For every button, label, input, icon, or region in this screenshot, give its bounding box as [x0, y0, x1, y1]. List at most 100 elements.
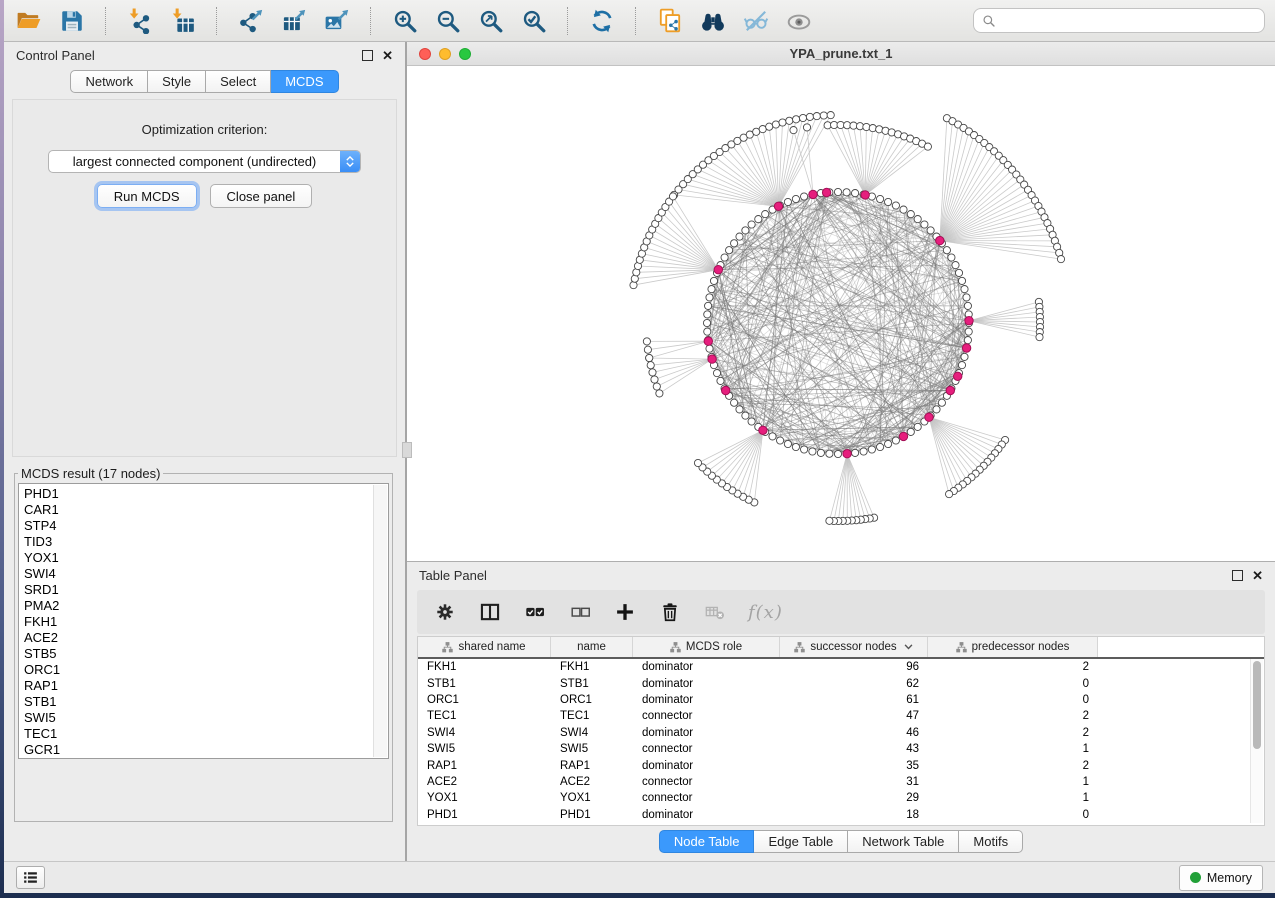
close-window-icon[interactable]: ✕	[382, 49, 393, 62]
split-panel-button[interactable]	[478, 600, 502, 624]
cell-successor-nodes: 46	[780, 727, 928, 739]
column-header-shared-name[interactable]: shared name	[418, 637, 551, 657]
search-box[interactable]	[973, 8, 1265, 33]
mcds-result-list[interactable]: PHD1CAR1STP4TID3YOX1SWI4SRD1PMA2FKH1ACE2…	[18, 483, 389, 759]
result-list-item[interactable]: TID3	[24, 534, 388, 550]
import-table-button[interactable]	[168, 6, 198, 36]
close-traffic-light[interactable]	[419, 48, 431, 60]
column-header-mcds-role[interactable]: MCDS role	[633, 637, 780, 657]
developer-log-button[interactable]	[16, 866, 45, 889]
table-row[interactable]: ACE2ACE2connector311	[418, 774, 1264, 790]
hide-labels-button[interactable]	[741, 6, 771, 36]
criterion-dropdown-value: largest connected component (undirected)	[49, 154, 340, 169]
tab-select[interactable]: Select	[206, 70, 271, 93]
column-settings-gear-button[interactable]	[433, 600, 457, 624]
result-list-item[interactable]: STB1	[24, 694, 388, 710]
import-network-button[interactable]	[125, 6, 155, 36]
table-row[interactable]: ORC1ORC1dominator610	[418, 692, 1264, 708]
column-header-name[interactable]: name	[551, 637, 633, 657]
network-canvas[interactable]	[407, 66, 1275, 561]
result-list-item[interactable]: SWI5	[24, 710, 388, 726]
result-list-item[interactable]: STB5	[24, 646, 388, 662]
table-close-window-icon[interactable]: ✕	[1252, 569, 1263, 582]
add-column-button[interactable]	[613, 600, 637, 624]
column-header-successor-nodes[interactable]: successor nodes	[780, 637, 928, 657]
toolbar-separator	[370, 7, 372, 35]
table-float-window-icon[interactable]	[1232, 570, 1243, 581]
delete-column-button[interactable]	[658, 600, 682, 624]
main-toolbar-icons	[14, 6, 814, 36]
tab-motifs[interactable]: Motifs	[959, 830, 1023, 853]
function-builder-button[interactable]: f(x)	[748, 602, 783, 623]
tab-node-table[interactable]: Node Table	[659, 830, 755, 853]
deselect-all-rows-button[interactable]	[568, 600, 592, 624]
minimize-traffic-light[interactable]	[439, 48, 451, 60]
refresh-layout-button[interactable]	[587, 6, 617, 36]
panel-resize-divider[interactable]	[405, 42, 407, 861]
select-all-rows-button[interactable]	[523, 600, 547, 624]
result-list-item[interactable]: SRD1	[24, 582, 388, 598]
column-tree-icon	[956, 642, 967, 653]
criterion-dropdown[interactable]: largest connected component (undirected)	[48, 150, 361, 173]
desktop-background: Control Panel ✕ NetworkStyleSelectMCDS O…	[0, 0, 1275, 898]
result-list-item[interactable]: RAP1	[24, 678, 388, 694]
cytoscape-window: Control Panel ✕ NetworkStyleSelectMCDS O…	[4, 0, 1275, 893]
cell-predecessor-nodes: 2	[928, 727, 1098, 739]
result-list-item[interactable]: PMA2	[24, 598, 388, 614]
zoom-in-icon	[392, 8, 418, 34]
column-header-predecessor-nodes[interactable]: predecessor nodes	[928, 637, 1098, 657]
result-list-item[interactable]: YOX1	[24, 550, 388, 566]
result-list-item[interactable]: PHD1	[24, 486, 388, 502]
zoom-out-button[interactable]	[433, 6, 463, 36]
network-graph[interactable]	[407, 66, 1275, 561]
close-panel-button[interactable]: Close panel	[210, 184, 313, 208]
result-list-scrollbar[interactable]	[373, 485, 387, 757]
export-table-button[interactable]	[279, 6, 309, 36]
table-row[interactable]: YOX1YOX1connector291	[418, 790, 1264, 806]
zoom-in-button[interactable]	[390, 6, 420, 36]
workspace: Control Panel ✕ NetworkStyleSelectMCDS O…	[4, 42, 1275, 861]
show-graphics-details-button[interactable]	[784, 6, 814, 36]
tab-network-table[interactable]: Network Table	[848, 830, 959, 853]
table-scrollbar[interactable]	[1250, 659, 1263, 823]
search-input[interactable]	[1001, 12, 1256, 29]
zoom-fit-button[interactable]	[476, 6, 506, 36]
result-list-item[interactable]: SWI4	[24, 566, 388, 582]
table-row[interactable]: SWI4SWI4dominator462	[418, 725, 1264, 741]
table-row[interactable]: STB1STB1dominator620	[418, 675, 1264, 691]
result-list-item[interactable]: CAR1	[24, 502, 388, 518]
result-list-item[interactable]: TEC1	[24, 726, 388, 742]
result-list-item[interactable]: FKH1	[24, 614, 388, 630]
save-session-button[interactable]	[57, 6, 87, 36]
divider-handle[interactable]	[402, 442, 412, 458]
table-row[interactable]: TEC1TEC1connector472	[418, 708, 1264, 724]
run-mcds-button[interactable]: Run MCDS	[97, 184, 197, 208]
clone-network-button[interactable]	[655, 6, 685, 36]
tab-style[interactable]: Style	[148, 70, 206, 93]
export-network-button[interactable]	[236, 6, 266, 36]
tab-network[interactable]: Network	[70, 70, 148, 93]
network-titlebar: YPA_prune.txt_1	[407, 42, 1275, 66]
maximize-traffic-light[interactable]	[459, 48, 471, 60]
delete-table-button[interactable]	[703, 600, 727, 624]
search-binoculars-icon	[700, 8, 726, 34]
memory-button[interactable]: Memory	[1179, 865, 1263, 891]
tab-mcds[interactable]: MCDS	[271, 70, 338, 93]
result-list-item[interactable]: STP4	[24, 518, 388, 534]
float-window-icon[interactable]	[362, 50, 373, 61]
result-list-item[interactable]: ACE2	[24, 630, 388, 646]
table-row[interactable]: SWI5SWI5connector431	[418, 741, 1264, 757]
open-file-button[interactable]	[14, 6, 44, 36]
zoom-selected-button[interactable]	[519, 6, 549, 36]
export-image-button[interactable]	[322, 6, 352, 36]
result-list-item[interactable]: GCR1	[24, 742, 388, 758]
tab-edge-table[interactable]: Edge Table	[754, 830, 848, 853]
cell-mcds-role: dominator	[633, 727, 780, 739]
add-column-icon	[614, 601, 636, 623]
table-row[interactable]: FKH1FKH1dominator962	[418, 659, 1264, 675]
search-binoculars-button[interactable]	[698, 6, 728, 36]
table-scrollbar-thumb[interactable]	[1253, 661, 1261, 749]
table-row[interactable]: RAP1RAP1dominator352	[418, 757, 1264, 773]
result-list-item[interactable]: ORC1	[24, 662, 388, 678]
table-row[interactable]: PHD1PHD1dominator180	[418, 807, 1264, 823]
